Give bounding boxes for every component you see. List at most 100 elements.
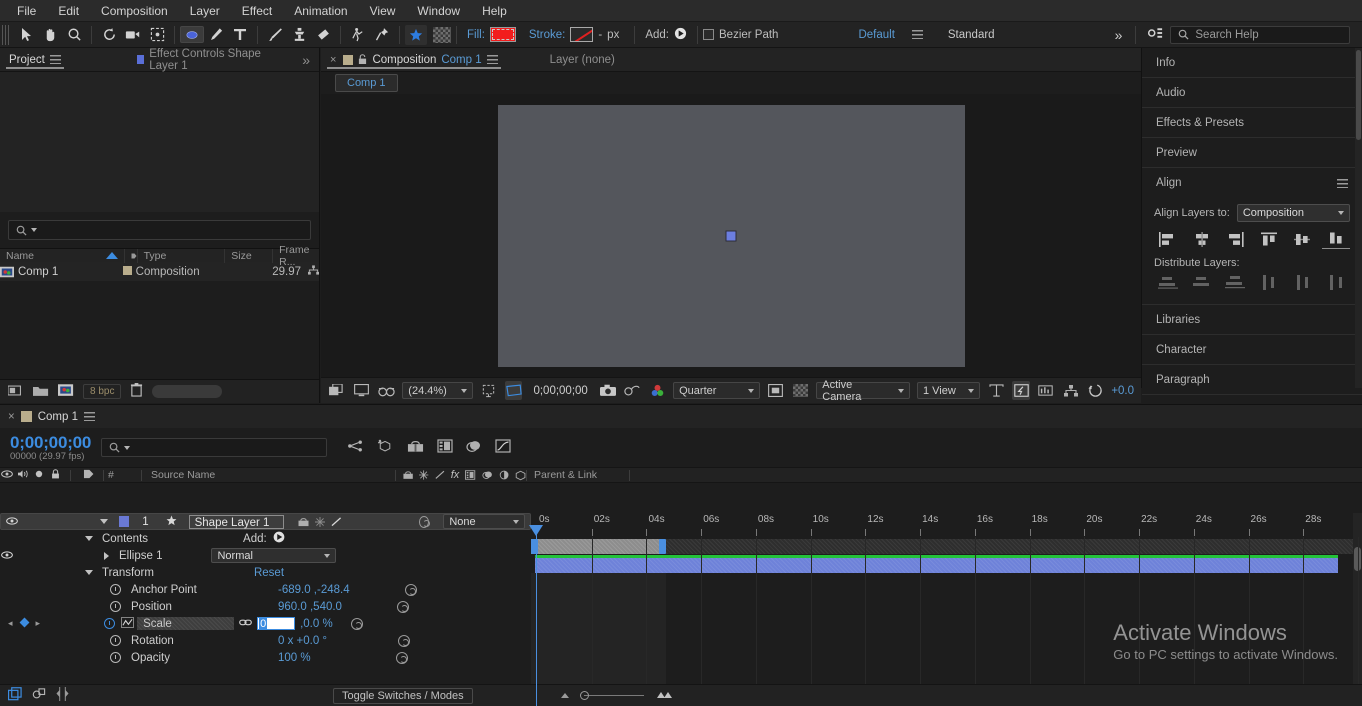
panel-preview[interactable]: Preview bbox=[1142, 138, 1362, 168]
type-tool-icon[interactable] bbox=[228, 24, 252, 46]
timeline-close-icon[interactable]: × bbox=[8, 411, 15, 423]
search-help-input[interactable]: Search Help bbox=[1170, 25, 1351, 44]
scale-stopwatch-icon[interactable] bbox=[104, 618, 116, 629]
right-panel-scrollbar[interactable] bbox=[1355, 48, 1362, 388]
menu-item-animation[interactable]: Animation bbox=[283, 1, 358, 21]
menu-item-layer[interactable]: Layer bbox=[179, 1, 231, 21]
ellipse-visibility-icon[interactable] bbox=[0, 550, 14, 562]
keyframe-toggle-icon[interactable] bbox=[19, 617, 30, 631]
menu-item-help[interactable]: Help bbox=[471, 1, 518, 21]
ellipse-shape-tool-icon[interactable] bbox=[180, 26, 204, 43]
camera-select[interactable]: Active Camera bbox=[816, 379, 910, 403]
selection-tool-icon[interactable] bbox=[14, 24, 38, 46]
shape-layer-selection[interactable] bbox=[725, 230, 737, 241]
stroke-color-swatch[interactable] bbox=[570, 27, 594, 42]
work-area-end-handle[interactable] bbox=[659, 539, 666, 554]
distribute-top-icon[interactable] bbox=[1154, 272, 1182, 292]
distribute-vertical-center-icon[interactable] bbox=[1188, 272, 1216, 292]
tab-project[interactable]: Project bbox=[0, 48, 70, 71]
anchor-point-stopwatch-icon[interactable] bbox=[110, 584, 121, 595]
fast-previews-icon[interactable] bbox=[1012, 381, 1031, 400]
timeline-search-input[interactable] bbox=[101, 438, 328, 457]
align-center-horizontal-icon[interactable] bbox=[1188, 229, 1216, 249]
column-label[interactable] bbox=[125, 248, 138, 263]
new-comp-icon[interactable] bbox=[7, 384, 24, 400]
layer-quality-switch-icon[interactable] bbox=[331, 516, 342, 527]
brush-tool-icon[interactable] bbox=[263, 24, 287, 46]
layer-row-shape-layer-1[interactable]: 1 Shape Layer 1 None bbox=[0, 513, 531, 530]
time-ruler[interactable]: 0s 02s 04s 06s 08s 10s 12s 14s 16s 18s 20s 22s 24s 26… bbox=[531, 513, 1362, 537]
enable-frame-blending-icon[interactable] bbox=[437, 439, 453, 456]
rotation-tool-icon[interactable] bbox=[97, 24, 121, 46]
work-area-fill[interactable] bbox=[531, 539, 663, 554]
panel-audio[interactable]: Audio bbox=[1142, 78, 1362, 108]
workspace-default-button[interactable]: Default bbox=[853, 29, 899, 41]
hand-tool-icon[interactable] bbox=[38, 24, 62, 46]
renderer-tree-icon[interactable] bbox=[1062, 381, 1080, 400]
scale-graph-icon[interactable] bbox=[121, 616, 134, 631]
property-position-value[interactable]: 960.0 ,540.0 bbox=[278, 601, 342, 613]
property-row-contents[interactable]: Contents Add: bbox=[0, 530, 531, 547]
menu-item-edit[interactable]: Edit bbox=[47, 1, 90, 21]
panel-libraries[interactable]: Libraries bbox=[1142, 305, 1362, 335]
align-center-vertical-icon[interactable] bbox=[1288, 229, 1316, 249]
delete-icon[interactable] bbox=[130, 383, 143, 400]
layer-parent-select[interactable]: None bbox=[443, 514, 525, 529]
composition-canvas[interactable] bbox=[497, 104, 965, 367]
fill-color-swatch[interactable] bbox=[489, 27, 516, 42]
composition-toggle-icon[interactable] bbox=[7, 687, 22, 704]
property-rotation-value[interactable]: 0 x +0.0 ° bbox=[278, 635, 327, 647]
enable-motion-blur-icon[interactable] bbox=[466, 439, 482, 456]
work-area-bar[interactable] bbox=[531, 539, 1362, 554]
distribute-left-icon[interactable] bbox=[1255, 272, 1283, 292]
scale-value-input[interactable]: 0 bbox=[257, 617, 296, 630]
composition-timecode[interactable]: 0;00;00;00 bbox=[533, 385, 587, 397]
timeline-panel-menu-icon[interactable] bbox=[84, 412, 95, 421]
views-select[interactable]: 1 View bbox=[916, 382, 981, 399]
panel-align[interactable]: Align bbox=[1142, 168, 1362, 198]
work-area-start-handle[interactable] bbox=[531, 539, 538, 554]
rotation-stopwatch-icon[interactable] bbox=[110, 635, 121, 646]
anchor-point-pickwhip-icon[interactable] bbox=[404, 583, 417, 596]
composition-panel-menu-icon[interactable] bbox=[486, 55, 498, 64]
menu-item-composition[interactable]: Composition bbox=[90, 1, 179, 21]
pen-tool-icon[interactable] bbox=[204, 24, 228, 46]
always-preview-icon[interactable] bbox=[328, 381, 346, 400]
align-bottom-icon[interactable] bbox=[1321, 229, 1350, 249]
hide-shy-layers-icon[interactable] bbox=[407, 439, 424, 456]
layer-collapse-switch-icon[interactable] bbox=[315, 516, 326, 527]
panel-paragraph[interactable]: Paragraph bbox=[1142, 365, 1362, 395]
ellipse-blend-mode-select[interactable]: Normal bbox=[211, 548, 337, 563]
project-footer-slider[interactable] bbox=[152, 385, 223, 398]
pixel-aspect-correction-icon[interactable] bbox=[987, 381, 1005, 400]
position-pickwhip-icon[interactable] bbox=[396, 600, 409, 613]
new-folder-icon[interactable] bbox=[33, 384, 49, 400]
take-snapshot-icon[interactable] bbox=[599, 381, 617, 400]
bit-depth-button[interactable]: 8 bpc bbox=[83, 384, 122, 399]
toolbar-grip[interactable] bbox=[2, 24, 11, 45]
pan-behind-tool-icon[interactable] bbox=[145, 24, 169, 46]
graph-editor-icon[interactable] bbox=[495, 439, 511, 456]
breadcrumb-comp-chip[interactable]: Comp 1 bbox=[335, 74, 398, 92]
zoom-out-timeline-icon[interactable] bbox=[558, 690, 572, 702]
column-size[interactable]: Size bbox=[225, 248, 274, 263]
layer-parent-pickwhip-icon[interactable] bbox=[419, 515, 431, 528]
main-viewer-icon[interactable] bbox=[353, 381, 371, 400]
zoom-tool-icon[interactable] bbox=[62, 24, 86, 46]
stroke-width-value[interactable]: - bbox=[593, 29, 607, 41]
scale-pickwhip-icon[interactable] bbox=[350, 617, 363, 630]
menu-item-window[interactable]: Window bbox=[406, 1, 471, 21]
property-row-opacity[interactable]: Opacity 100 % bbox=[0, 649, 531, 666]
workspace-standard-button[interactable]: Standard bbox=[943, 29, 1000, 41]
expand-collapse-icon[interactable] bbox=[32, 687, 46, 704]
align-panel-menu-icon[interactable] bbox=[1337, 178, 1348, 188]
align-top-icon[interactable] bbox=[1255, 229, 1283, 249]
timeline-search-caret-icon[interactable] bbox=[124, 445, 131, 450]
opacity-pickwhip-icon[interactable] bbox=[395, 651, 408, 664]
exposure-reset-icon[interactable] bbox=[1087, 381, 1105, 400]
parent-link-column-header[interactable]: Parent & Link bbox=[534, 469, 629, 481]
zoom-level-select[interactable]: (24.4%) bbox=[402, 382, 473, 399]
contents-expand-triangle-icon[interactable] bbox=[85, 536, 93, 541]
property-row-transform[interactable]: Transform Reset bbox=[0, 564, 531, 581]
property-scale-label[interactable]: Scale bbox=[137, 617, 235, 630]
